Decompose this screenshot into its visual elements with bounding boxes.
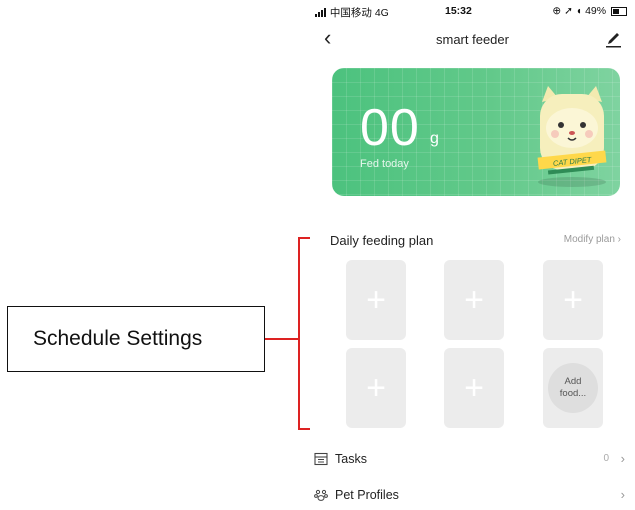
status-right: ⊕ ➚ ◖ 49% xyxy=(552,5,627,17)
signal-icon xyxy=(315,8,326,17)
plus-icon: + xyxy=(464,281,484,319)
fed-label: Fed today xyxy=(360,158,409,170)
battery-percent: 49% xyxy=(585,5,607,17)
chevron-right-icon: › xyxy=(614,234,621,245)
chevron-right-icon: › xyxy=(620,487,625,502)
modify-plan-label: Modify plan xyxy=(563,234,615,245)
paw-icon xyxy=(314,489,328,501)
clock: 15:32 xyxy=(445,5,472,17)
edit-icon[interactable] xyxy=(603,28,623,48)
add-food-label-2: food... xyxy=(559,388,587,399)
page-title: smart feeder xyxy=(436,32,509,47)
plus-icon: + xyxy=(366,281,386,319)
tasks-row[interactable]: Tasks 0 › xyxy=(310,448,635,474)
plus-icon: + xyxy=(366,369,386,407)
annotation-label: Schedule Settings xyxy=(33,327,203,350)
fed-unit: g xyxy=(430,130,439,147)
tasks-label: Tasks xyxy=(335,452,367,466)
chevron-right-icon: › xyxy=(620,451,625,466)
daily-plan-title: Daily feeding plan xyxy=(330,233,434,248)
annotation-bracket-line xyxy=(298,237,300,429)
feeding-slot-2[interactable]: + xyxy=(444,260,504,340)
feeding-slot-3[interactable]: + xyxy=(543,260,603,340)
nav-bar: ‹ smart feeder xyxy=(310,25,635,52)
phone-screen: 中国移动 4G 15:32 ⊕ ➚ ◖ 49% ‹ smart feeder 0… xyxy=(310,0,635,504)
feeding-slot-4[interactable]: + xyxy=(346,348,406,428)
annotation-callout: Schedule Settings xyxy=(7,306,265,372)
carrier-signal: 中国移动 4G xyxy=(315,5,389,20)
feeding-slot-5[interactable]: + xyxy=(444,348,504,428)
pet-profiles-label: Pet Profiles xyxy=(335,488,399,502)
tasks-count: 0 xyxy=(603,453,609,464)
annotation-connector xyxy=(265,338,298,340)
add-food-button[interactable]: Add food... xyxy=(548,363,598,413)
plus-icon: + xyxy=(563,281,583,319)
feeding-slot-1[interactable]: + xyxy=(346,260,406,340)
add-food-slot[interactable]: Add food... xyxy=(543,348,603,428)
plus-icon: + xyxy=(464,369,484,407)
status-bar: 中国移动 4G 15:32 ⊕ ➚ ◖ 49% xyxy=(310,0,635,22)
add-food-label-1: Add xyxy=(564,376,582,387)
battery-icon xyxy=(611,6,627,16)
calendar-icon xyxy=(314,452,328,466)
modify-plan-link[interactable]: Modify plan › xyxy=(564,234,621,245)
pet-profiles-row[interactable]: Pet Profiles › xyxy=(310,484,635,510)
carrier-text: 中国移动 4G xyxy=(329,7,389,19)
location-icon: ⊕ ➚ ◖ xyxy=(552,5,583,17)
fed-amount: 00 xyxy=(360,99,420,157)
fed-today-card: 00 g Fed today CAT DIPET xyxy=(332,68,620,196)
cat-mascot-icon: CAT DIPET xyxy=(537,86,607,187)
